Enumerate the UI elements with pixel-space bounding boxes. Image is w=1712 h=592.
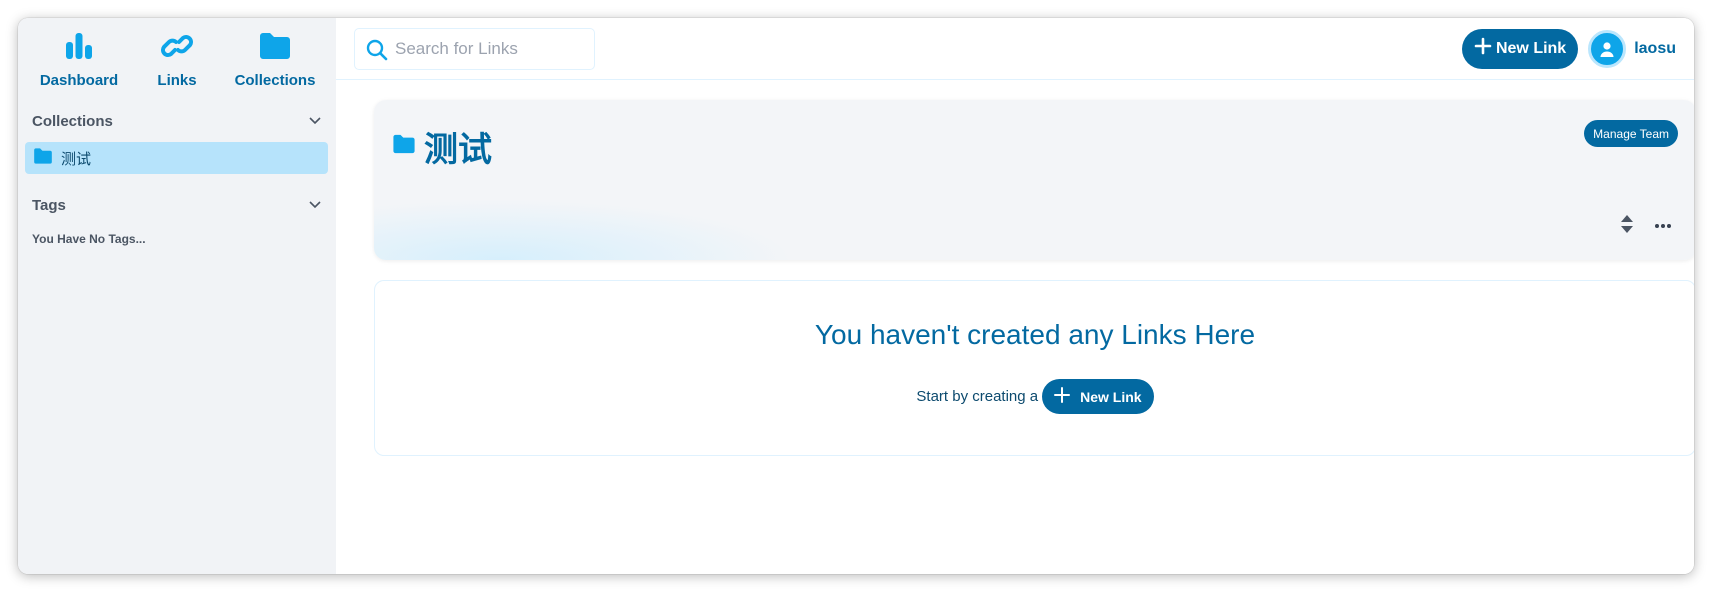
empty-state-new-link-button[interactable]: New Link [1042,379,1154,414]
empty-state-prompt-row: Start by creating a New Link [375,379,1694,414]
search-input[interactable] [355,28,594,69]
user-menu[interactable]: laosu [1588,29,1676,68]
new-link-button[interactable]: New Link [1461,28,1579,69]
nav-dashboard[interactable]: Dashboard [34,28,124,98]
avatar [1588,29,1627,68]
card-glow [374,200,794,260]
top-bar: New Link laosu [336,18,1694,80]
manage-team-button[interactable]: Manage Team [1584,120,1678,147]
nav-collections[interactable]: Collections [230,28,320,98]
more-options-icon[interactable] [1654,212,1672,235]
collection-header-card: 测试 Manage Team [374,100,1694,260]
sort-icon[interactable] [1620,214,1634,239]
app-window: Dashboard Links Collections Collections … [18,18,1694,574]
collections-heading: Collections [32,112,113,130]
header-actions: New Link laosu [1461,28,1676,69]
sidebar: Dashboard Links Collections Collections … [18,18,336,574]
new-link-label: New Link [1495,39,1567,57]
user-icon [1600,41,1614,57]
collection-title: 测试 [424,131,492,169]
top-nav: Dashboard Links Collections [18,18,336,98]
nav-collections-label: Collections [234,72,316,89]
tags-section-toggle[interactable]: Tags [18,192,336,218]
plus-icon [1474,37,1492,60]
search-icon [366,39,388,66]
search-box[interactable] [354,27,595,70]
folder-icon [33,147,53,170]
folder-icon [392,133,416,160]
bar-chart-icon [64,28,94,64]
chevron-down-icon [308,197,322,214]
empty-state-prompt: Start by creating a [916,388,1039,405]
collection-title-row: 测试 [392,122,492,171]
main-content: New Link laosu [336,18,1694,574]
sidebar-item-label: 测试 [61,150,92,168]
folder-icon [258,28,292,64]
no-tags-message: You Have No Tags... [32,232,146,246]
username: laosu [1634,39,1676,57]
empty-state-card: You haven't created any Links Here Start… [374,280,1694,456]
nav-dashboard-label: Dashboard [39,72,119,89]
nav-links[interactable]: Links [132,28,222,98]
collections-section-toggle[interactable]: Collections [18,108,336,134]
nav-links-label: Links [157,72,197,89]
empty-state-new-link-label: New Link [1080,388,1142,405]
tags-heading: Tags [32,196,66,214]
sidebar-item-collection[interactable]: 测试 [25,142,328,174]
plus-icon [1054,387,1071,406]
empty-state-title: You haven't created any Links Here [814,319,1256,350]
chevron-down-icon [308,113,322,130]
link-icon [161,28,193,64]
